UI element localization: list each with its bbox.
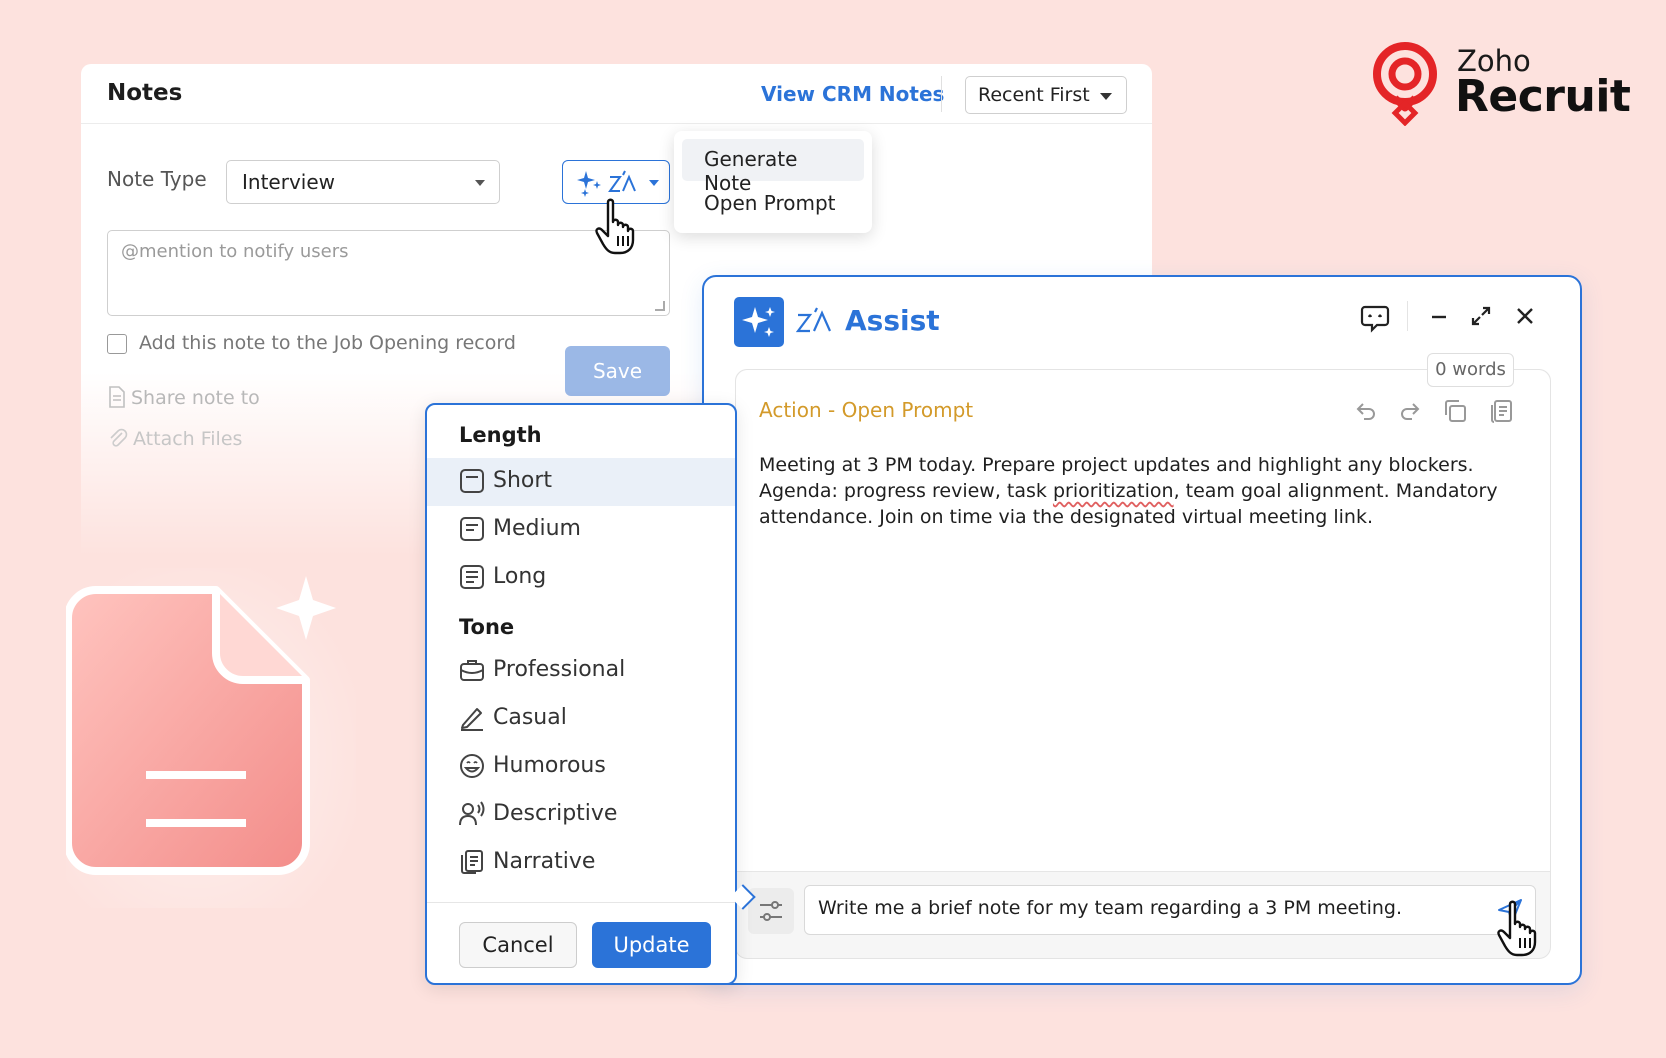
length-option-short[interactable]: Short: [427, 458, 735, 506]
copy-icon[interactable]: [1442, 398, 1468, 424]
word-count-badge: 0 words: [1427, 353, 1514, 387]
tone-option-humorous[interactable]: Humorous: [427, 743, 735, 791]
zia-sparkle-icon: [577, 170, 636, 197]
assist-title: Assist: [845, 304, 940, 337]
attach-files-link[interactable]: Attach Files: [107, 427, 242, 450]
length-option-label: Long: [493, 564, 547, 589]
attach-files-label: Attach Files: [133, 428, 243, 450]
briefcase-icon: [460, 660, 484, 681]
length-option-label: Short: [493, 468, 553, 493]
job-opening-label: Add this note to the Job Opening record: [139, 332, 516, 354]
note-type-label: Note Type: [107, 167, 207, 191]
notes-header: Notes View CRM Notes Recent First: [81, 64, 1152, 124]
prompt-settings-button[interactable]: [748, 888, 794, 934]
note-type-value: Interview: [242, 170, 335, 194]
zia-logo: [734, 297, 784, 347]
menu-item-generate-note[interactable]: Generate Note: [682, 139, 864, 195]
speaker-icon: [459, 801, 485, 826]
tone-option-professional[interactable]: Professional: [427, 647, 735, 695]
length-option-medium[interactable]: Medium: [427, 506, 735, 554]
sort-select[interactable]: Recent First: [965, 76, 1127, 114]
action-prefix: Action -: [759, 398, 842, 422]
header-divider: [941, 76, 942, 112]
length-tone-popover: Length Short Medium Long Tone Profession…: [425, 403, 737, 985]
share-note-link[interactable]: Share note to: [107, 386, 260, 409]
job-opening-checkbox[interactable]: [107, 334, 127, 354]
brand-recruit-text: Recruit: [1455, 71, 1631, 122]
redo-icon[interactable]: [1398, 400, 1422, 422]
tone-option-label: Narrative: [493, 849, 596, 874]
action-label: Action - Open Prompt: [759, 398, 973, 422]
prompt-input[interactable]: Write me a brief note for my team regard…: [804, 885, 1536, 935]
tone-option-label: Descriptive: [493, 801, 618, 826]
paperclip-icon: [110, 428, 128, 447]
mention-placeholder: @mention to notify users: [121, 241, 349, 262]
assist-panel: Assist 0 words Action - Open Prompt Meet…: [702, 275, 1582, 985]
pencil-icon: [461, 708, 483, 731]
save-button[interactable]: Save: [565, 346, 670, 396]
caret-down-icon: [1100, 93, 1112, 100]
assist-content-area: Action - Open Prompt Meeting at 3 PM tod…: [735, 369, 1551, 959]
mention-textarea[interactable]: @mention to notify users: [107, 230, 670, 316]
action-name: Open Prompt: [841, 398, 974, 422]
length-option-label: Medium: [493, 516, 581, 541]
smile-icon: [460, 754, 484, 778]
spellcheck-word[interactable]: prioritization: [1053, 480, 1174, 502]
tone-option-label: Humorous: [493, 753, 606, 778]
zia-ai-button[interactable]: [562, 160, 670, 204]
tone-heading: Tone: [459, 615, 515, 639]
insert-note-icon[interactable]: [1488, 398, 1514, 424]
send-icon[interactable]: [1497, 898, 1523, 924]
close-icon[interactable]: [1516, 307, 1534, 325]
sliders-icon: [760, 901, 782, 921]
view-crm-notes-link[interactable]: View CRM Notes: [761, 82, 944, 106]
tone-option-narrative[interactable]: Narrative: [427, 839, 735, 887]
zia-wordmark-icon: [796, 307, 832, 333]
tone-option-label: Professional: [493, 657, 626, 682]
medium-icon: [460, 517, 484, 541]
caret-down-icon: [475, 180, 485, 186]
zia-dropdown-menu: Generate Note Open Prompt: [674, 131, 872, 233]
recruit-logo-icon: [1373, 42, 1437, 126]
update-button[interactable]: Update: [592, 922, 711, 968]
document-sparkle-icon: [66, 568, 356, 908]
assist-output-text: Meeting at 3 PM today. Prepare project u…: [759, 452, 1529, 530]
long-icon: [460, 565, 484, 589]
sparkle-icon: [742, 307, 775, 337]
short-icon: [460, 469, 484, 493]
chat-feedback-icon[interactable]: [1360, 305, 1390, 333]
tone-option-descriptive[interactable]: Descriptive: [427, 791, 735, 839]
sort-select-value: Recent First: [978, 84, 1090, 106]
undo-icon[interactable]: [1354, 400, 1378, 422]
menu-item-open-prompt[interactable]: Open Prompt: [682, 183, 864, 225]
note-type-select[interactable]: Interview: [226, 160, 500, 204]
cancel-button[interactable]: Cancel: [459, 922, 577, 968]
notes-title: Notes: [107, 80, 183, 106]
share-doc-icon: [109, 386, 125, 408]
popover-divider: [427, 902, 735, 903]
share-note-label: Share note to: [131, 387, 260, 409]
length-heading: Length: [459, 423, 542, 447]
expand-icon[interactable]: [1470, 305, 1492, 327]
tone-option-casual[interactable]: Casual: [427, 695, 735, 743]
header-divider: [1407, 301, 1408, 331]
assist-output-card: Action - Open Prompt Meeting at 3 PM tod…: [736, 370, 1550, 872]
minimize-icon[interactable]: [1429, 307, 1449, 327]
prompt-input-value: Write me a brief note for my team regard…: [818, 897, 1403, 919]
resize-grip-icon[interactable]: [655, 301, 665, 311]
book-icon: [461, 850, 483, 874]
length-option-long[interactable]: Long: [427, 554, 735, 602]
caret-down-icon: [649, 180, 659, 186]
tone-option-label: Casual: [493, 705, 567, 730]
